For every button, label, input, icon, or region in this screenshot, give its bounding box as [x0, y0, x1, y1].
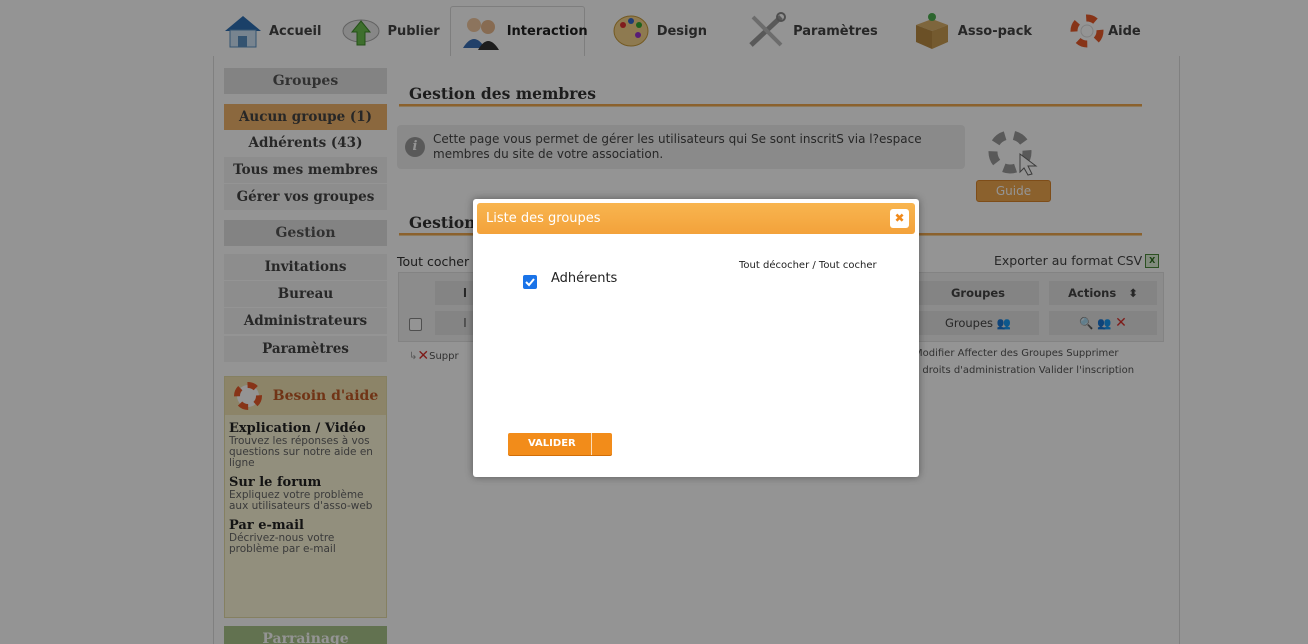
group-label-adherents: Adhérents — [551, 271, 618, 286]
groups-dialog: Liste des groupes ✖ Tout décocher / Tout… — [473, 199, 919, 477]
valider-label: VALIDER — [528, 438, 576, 449]
close-icon[interactable]: ✖ — [890, 209, 909, 228]
valider-button[interactable]: VALIDER — [508, 433, 612, 455]
button-separator — [591, 433, 592, 455]
dialog-header: Liste des groupes ✖ — [477, 203, 915, 234]
group-checkbox-adherents[interactable] — [523, 275, 537, 289]
checkmark-icon — [525, 278, 535, 287]
check-all-links[interactable]: Tout décocher / Tout cocher — [739, 260, 877, 271]
dialog-title: Liste des groupes — [486, 211, 601, 226]
